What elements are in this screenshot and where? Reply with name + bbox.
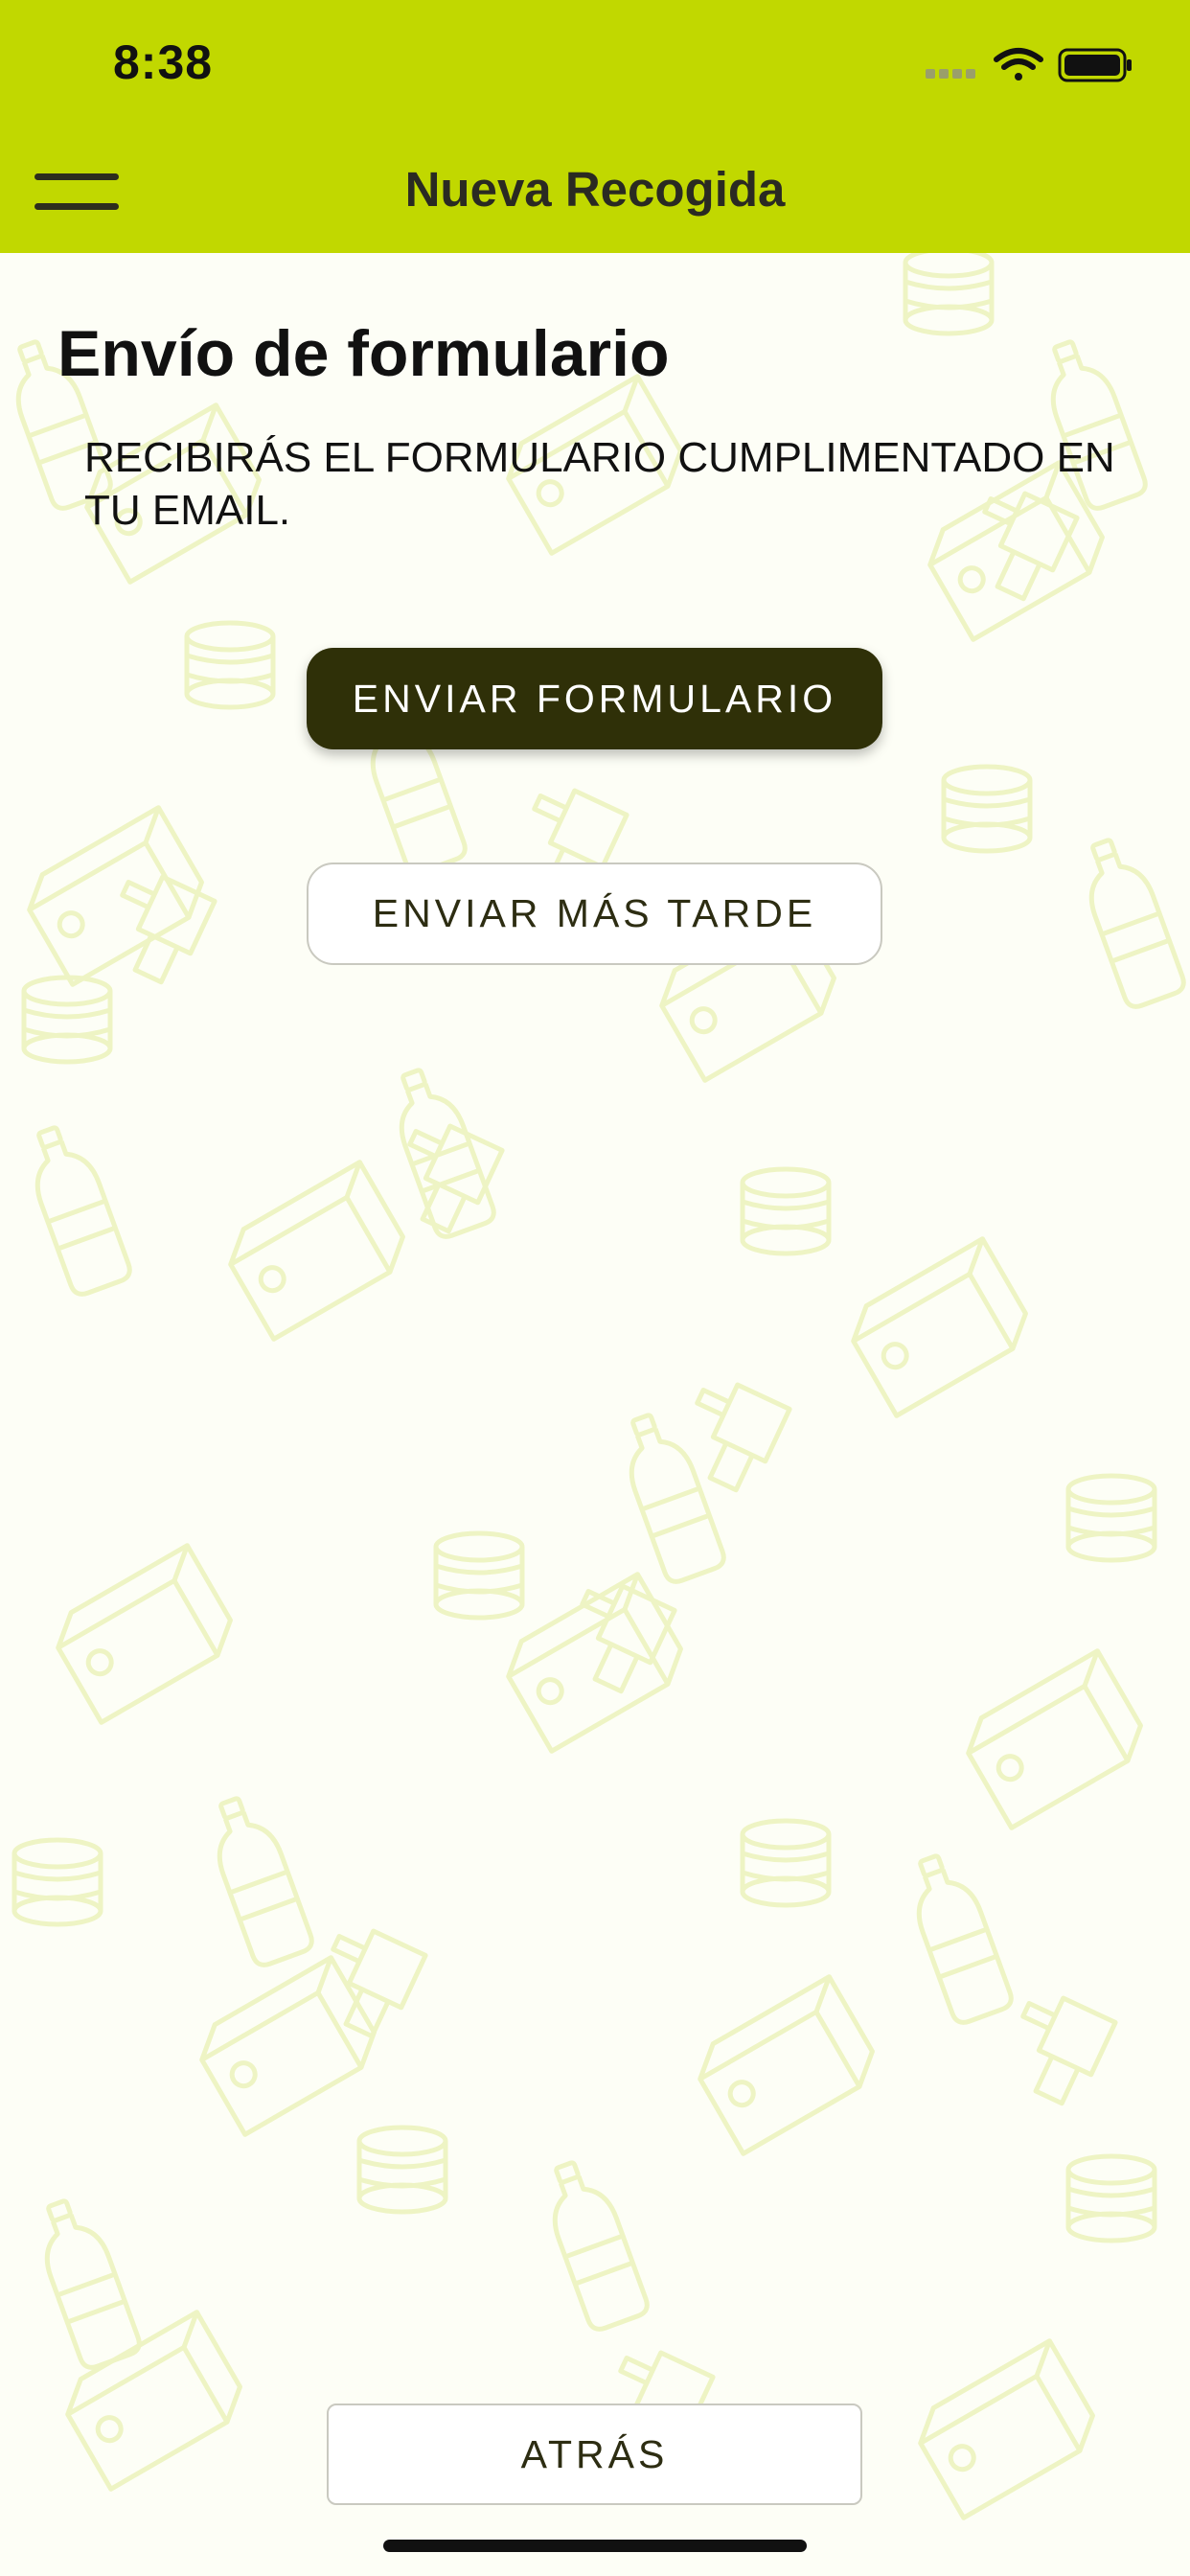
wifi-icon [994,48,1043,80]
send-later-button[interactable]: ENVIAR MÁS TARDE [307,862,882,965]
back-button[interactable]: ATRÁS [327,2404,862,2505]
section-heading: Envío de formulario [57,317,670,390]
send-form-button[interactable]: ENVIAR FORMULARIO [307,648,882,749]
recycling-pattern-background [0,253,1190,2576]
header-bar: 8:38 Nueva Recogida [0,0,1190,253]
status-time: 8:38 [113,35,214,89]
content-area: Envío de formulario RECIBIRÁS EL FORMULA… [0,253,1190,2576]
signal-icon [926,69,975,79]
battery-icon [1058,48,1132,82]
status-icons [926,48,1132,82]
instructions-text: RECIBIRÁS EL FORMULARIO CUMPLIMENTADO EN… [84,434,1115,534]
page-title: Nueva Recogida [404,162,786,217]
home-indicator [383,2540,807,2552]
